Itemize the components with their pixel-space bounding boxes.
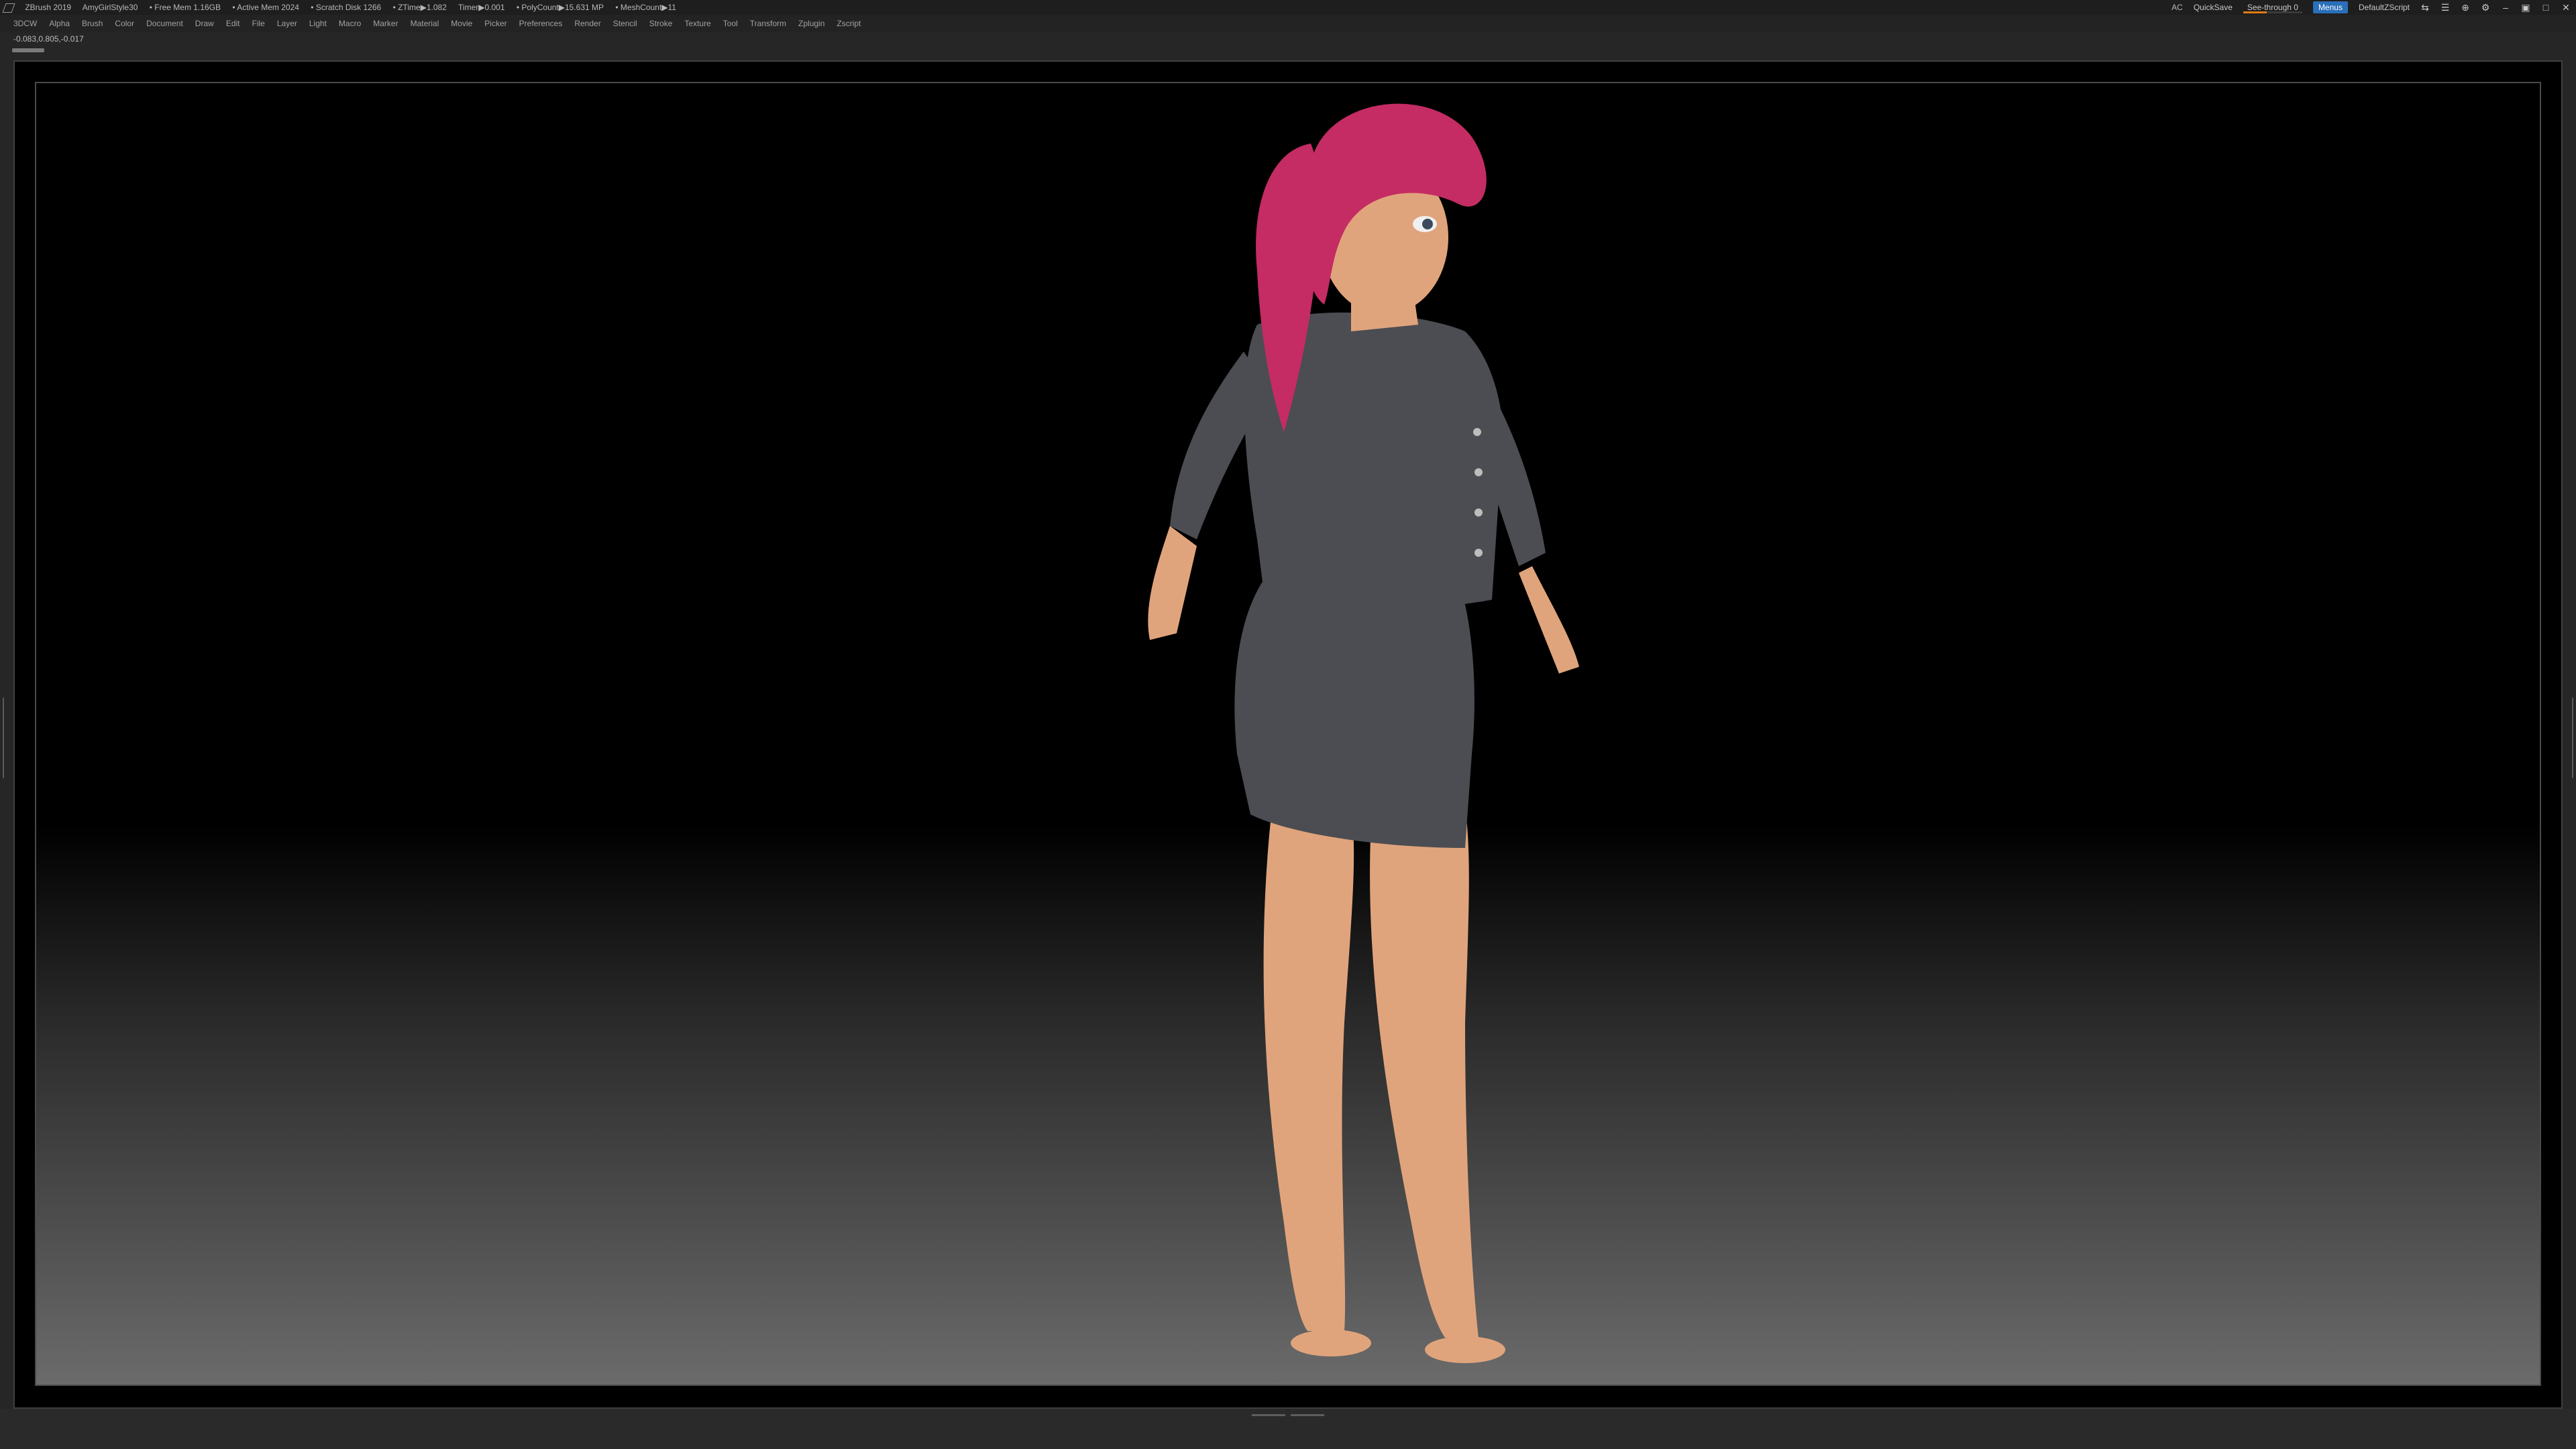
menu-item-movie[interactable]: Movie [451, 15, 472, 32]
menu-item-draw[interactable]: Draw [195, 15, 214, 32]
bottom-tray-handle[interactable] [1246, 1414, 1330, 1418]
menu-item-document[interactable]: Document [146, 15, 183, 32]
jacket-button [1473, 428, 1481, 436]
menu-item-brush[interactable]: Brush [82, 15, 103, 32]
tray-slider[interactable] [12, 48, 44, 52]
viewport-canvas[interactable] [35, 82, 2541, 1386]
menu-item-color[interactable]: Color [115, 15, 134, 32]
app-name: ZBrush 2019 [25, 3, 72, 12]
menu-bar: 3DCW Alpha Brush Color Document Draw Edit File L… [0, 15, 2576, 32]
layout-alt-icon[interactable]: ☰ [2440, 3, 2450, 12]
right-foot [1425, 1336, 1505, 1363]
menu-item-material[interactable]: Material [411, 15, 439, 32]
help-icon[interactable]: ⊕ [2461, 3, 2470, 12]
menu-item-stencil[interactable]: Stencil [613, 15, 637, 32]
menu-item-zplugin[interactable]: Zplugin [798, 15, 824, 32]
right-tray-handle[interactable] [2568, 698, 2573, 778]
layout-icon[interactable]: ⇆ [2420, 3, 2430, 12]
title-bar: ZBrush 2019 AmyGirlStyle30 • Free Mem 1.… [0, 0, 2576, 15]
iris [1422, 219, 1433, 229]
default-zscript-button[interactable]: DefaultZScript [2359, 0, 2410, 15]
menu-item-tool[interactable]: Tool [723, 15, 738, 32]
menu-item-render[interactable]: Render [574, 15, 600, 32]
menu-item-preferences[interactable]: Preferences [519, 15, 563, 32]
title-bar-controls: AC QuickSave See-through 0 Menus Default… [2171, 0, 2571, 15]
left-hand [1148, 526, 1197, 640]
menu-item-macro[interactable]: Macro [339, 15, 361, 32]
left-foot [1291, 1330, 1371, 1356]
menu-item-edit[interactable]: Edit [226, 15, 240, 32]
jacket-button [1474, 549, 1483, 557]
menu-item-alpha[interactable]: Alpha [49, 15, 70, 32]
menu-item-file[interactable]: File [252, 15, 265, 32]
see-through-fill [2243, 11, 2267, 13]
menu-item-marker[interactable]: Marker [373, 15, 398, 32]
ztime: • ZTime▶1.082 [392, 3, 447, 12]
document-name: AmyGirlStyle30 [82, 3, 138, 12]
right-leg [1370, 808, 1479, 1338]
menu-item-3dcw[interactable]: 3DCW [13, 15, 37, 32]
settings-icon[interactable]: ⚙ [2481, 3, 2490, 12]
menu-item-layer[interactable]: Layer [277, 15, 297, 32]
menu-item-transform[interactable]: Transform [750, 15, 786, 32]
see-through-label: See-through 0 [2247, 3, 2298, 12]
quicksave-button[interactable]: QuickSave [2194, 0, 2233, 15]
skirt [1234, 580, 1474, 848]
lock-icon[interactable]: ▣ [2521, 3, 2530, 12]
right-hand [1519, 566, 1579, 674]
menu-item-stroke[interactable]: Stroke [649, 15, 673, 32]
menu-item-zscript[interactable]: Zscript [837, 15, 861, 32]
see-through-slider[interactable]: See-through 0 [2243, 0, 2302, 15]
menu-item-picker[interactable]: Picker [484, 15, 506, 32]
cursor-coordinates: -0.083,0.805,-0.017 [13, 34, 84, 44]
free-mem: • Free Mem 1.16GB [149, 3, 221, 12]
menu-list: 3DCW Alpha Brush Color Document Draw Edit File L… [13, 15, 861, 32]
menu-item-texture[interactable]: Texture [684, 15, 710, 32]
left-tray-handle[interactable] [3, 698, 8, 778]
scratch-disk: • Scratch Disk 1266 [311, 3, 382, 12]
zbrush-logo-icon [2, 3, 15, 13]
jacket-button [1474, 468, 1483, 476]
active-mem: • Active Mem 2024 [232, 3, 299, 12]
close-icon[interactable]: ✕ [2561, 3, 2571, 12]
title-bar-info: ZBrush 2019 AmyGirlStyle30 • Free Mem 1.… [2, 0, 686, 15]
maximize-icon[interactable]: □ [2541, 3, 2551, 12]
timer: Timer▶0.001 [458, 3, 505, 12]
mesh-count: • MeshCount▶11 [615, 3, 676, 12]
minimize-icon[interactable]: – [2501, 3, 2510, 12]
menus-button[interactable]: Menus [2312, 1, 2348, 13]
ac-button[interactable]: AC [2171, 0, 2183, 15]
model-render[interactable] [36, 83, 2541, 1386]
menu-item-light[interactable]: Light [309, 15, 327, 32]
left-leg [1263, 808, 1354, 1331]
poly-count: • PolyCount▶15.631 MP [516, 3, 604, 12]
jacket-button [1474, 508, 1483, 517]
